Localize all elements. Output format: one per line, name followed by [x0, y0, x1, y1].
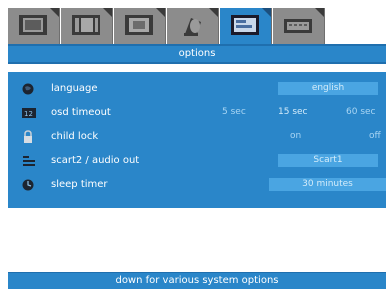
tab-input[interactable]	[273, 8, 325, 44]
settings-screen-icon	[231, 15, 259, 35]
language-value[interactable]: english	[278, 82, 378, 95]
category-tabs	[8, 8, 386, 44]
page-title-bar: options	[8, 44, 386, 64]
osd-timeout-label: osd timeout	[51, 107, 111, 118]
child-lock-option-on[interactable]: on	[290, 131, 301, 141]
tab-corner	[50, 8, 59, 17]
scart2-value[interactable]: Scart1	[278, 154, 378, 167]
child-lock-option-off[interactable]: off	[369, 131, 381, 141]
tab-corner	[209, 8, 218, 17]
status-text: down for various system options	[115, 275, 279, 286]
options-menu: language english 12 osd timeout 5 sec 15…	[8, 72, 386, 208]
tab-options[interactable]	[220, 8, 272, 44]
keyboard-input-icon	[284, 19, 312, 33]
tab-sound[interactable]	[167, 8, 219, 44]
monitor-icon	[125, 15, 153, 35]
page-title: options	[178, 48, 216, 59]
tab-display[interactable]	[114, 8, 166, 44]
connector-icon	[23, 156, 35, 166]
timer-display-icon: 12	[22, 108, 36, 118]
tab-corner	[156, 8, 165, 17]
picture-frame-icon	[72, 15, 100, 35]
tv-screen-icon	[19, 15, 47, 35]
svg-text:12: 12	[24, 110, 33, 118]
osd-option-60sec[interactable]: 60 sec	[346, 107, 376, 117]
tab-tv[interactable]	[8, 8, 60, 44]
osd-option-15sec[interactable]: 15 sec	[278, 107, 308, 117]
speaker-icon	[184, 18, 201, 36]
menu-row-osd-timeout[interactable]: 12 osd timeout 5 sec 15 sec 60 sec	[8, 103, 386, 123]
globe-icon	[22, 83, 34, 95]
menu-row-child-lock[interactable]: child lock on off	[8, 127, 386, 147]
tab-picture[interactable]	[61, 8, 113, 44]
status-bar: down for various system options	[8, 272, 386, 289]
tab-corner	[103, 8, 112, 17]
scart2-label: scart2 / audio out	[51, 155, 140, 166]
padlock-icon	[24, 130, 32, 143]
menu-row-language[interactable]: language english	[8, 79, 386, 99]
child-lock-label: child lock	[51, 131, 99, 142]
sleep-timer-value[interactable]: 30 minutes	[269, 178, 386, 191]
tab-corner	[262, 8, 271, 17]
osd-option-5sec[interactable]: 5 sec	[222, 107, 246, 117]
menu-row-sleep-timer[interactable]: sleep timer 30 minutes	[8, 175, 386, 195]
menu-row-scart2-audio-out[interactable]: scart2 / audio out Scart1	[8, 151, 386, 171]
sleep-timer-label: sleep timer	[51, 179, 108, 190]
clock-icon	[22, 179, 34, 191]
tab-corner	[315, 8, 324, 17]
language-label: language	[51, 83, 98, 94]
